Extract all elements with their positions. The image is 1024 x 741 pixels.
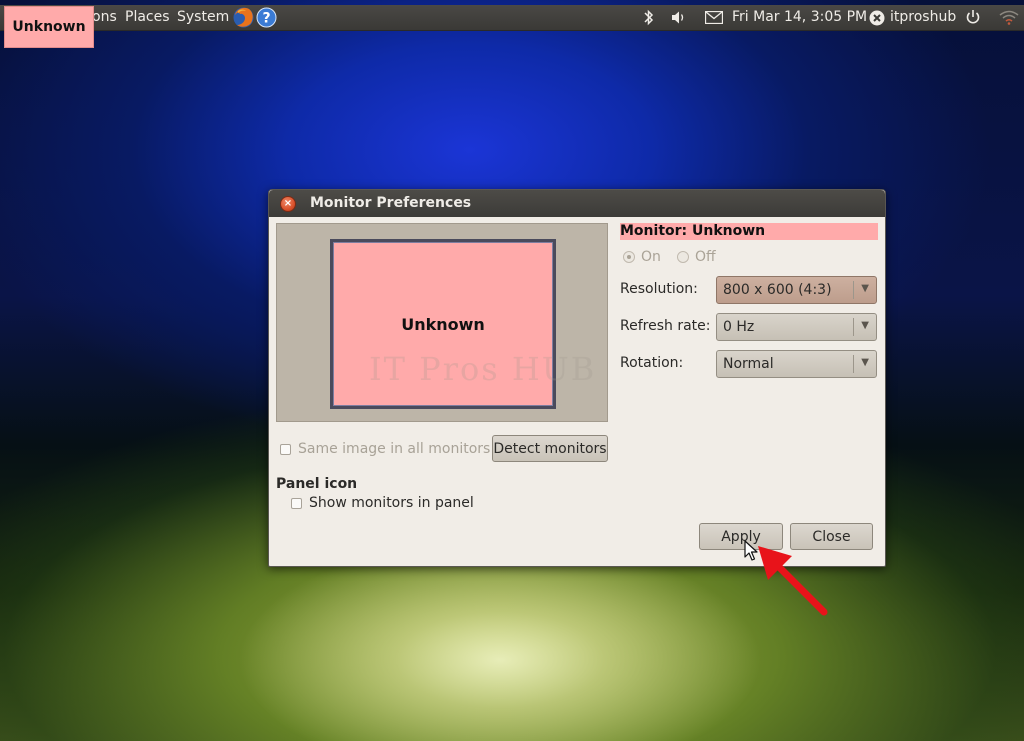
system-menu[interactable]: System	[177, 9, 229, 25]
on-label: On	[641, 249, 661, 265]
combo-separator	[853, 281, 854, 299]
rotation-label: Rotation:	[620, 355, 684, 371]
red-arrow-icon	[752, 538, 832, 622]
wifi-icon[interactable]	[999, 10, 1019, 29]
svg-text:?: ?	[262, 11, 270, 27]
rotation-select[interactable]: Normal ▼	[716, 350, 877, 378]
places-menu[interactable]: Places	[125, 9, 170, 25]
refresh-rate-select[interactable]: 0 Hz ▼	[716, 313, 877, 341]
chevron-down-icon: ▼	[861, 320, 869, 331]
show-in-panel-checkbox-row[interactable]: Show monitors in panel	[291, 495, 474, 511]
dialog-titlebar[interactable]: × Monitor Preferences	[269, 190, 885, 217]
panel-icon-heading: Panel icon	[276, 476, 358, 492]
dialog-title: Monitor Preferences	[310, 195, 472, 211]
detect-monitors-button[interactable]: Detect monitors	[492, 435, 608, 462]
on-radio-row[interactable]: On	[623, 249, 661, 265]
off-label: Off	[695, 249, 716, 265]
top-panel: ons Places System ? Fri Mar 14, 3:05 PM	[0, 5, 1024, 31]
monitor-name-label: Monitor: Unknown	[620, 223, 878, 240]
resolution-value: 800 x 600 (4:3)	[723, 282, 832, 298]
monitor-preview-label: Unknown	[401, 314, 485, 334]
off-radio[interactable]	[677, 251, 689, 263]
monitor-preferences-dialog: × Monitor Preferences Unknown IT Pros HU…	[268, 189, 886, 567]
help-icon[interactable]: ?	[256, 7, 277, 32]
power-icon[interactable]	[965, 9, 981, 29]
off-radio-row[interactable]: Off	[677, 249, 716, 265]
firefox-icon[interactable]	[232, 6, 255, 33]
monitor-preview-area[interactable]: Unknown	[276, 223, 608, 422]
same-image-checkbox-row[interactable]: Same image in all monitors	[280, 441, 490, 457]
combo-separator	[853, 318, 854, 336]
on-radio[interactable]	[623, 251, 635, 263]
bluetooth-icon[interactable]	[643, 9, 655, 30]
user-status-icon[interactable]	[869, 10, 885, 30]
chevron-down-icon: ▼	[861, 283, 869, 294]
unknown-monitor-tag: Unknown	[4, 6, 94, 48]
same-image-label: Same image in all monitors	[298, 441, 491, 457]
combo-separator	[853, 355, 854, 373]
panel-username[interactable]: itproshub	[890, 9, 956, 25]
mail-icon[interactable]	[704, 10, 724, 28]
show-in-panel-label: Show monitors in panel	[309, 495, 474, 511]
panel-clock[interactable]: Fri Mar 14, 3:05 PM	[732, 9, 867, 25]
same-image-checkbox[interactable]	[280, 443, 291, 455]
window-close-icon[interactable]: ×	[280, 196, 296, 212]
resolution-label: Resolution:	[620, 281, 698, 297]
applications-menu[interactable]: ons	[92, 9, 117, 25]
resolution-select[interactable]: 800 x 600 (4:3) ▼	[716, 276, 877, 304]
refresh-rate-value: 0 Hz	[723, 319, 755, 335]
watermark: IT Pros HUB	[369, 350, 597, 388]
rotation-value: Normal	[723, 356, 774, 372]
chevron-down-icon: ▼	[861, 357, 869, 368]
refresh-rate-label: Refresh rate:	[620, 318, 711, 334]
show-in-panel-checkbox[interactable]	[291, 497, 302, 509]
volume-icon[interactable]	[671, 10, 687, 29]
